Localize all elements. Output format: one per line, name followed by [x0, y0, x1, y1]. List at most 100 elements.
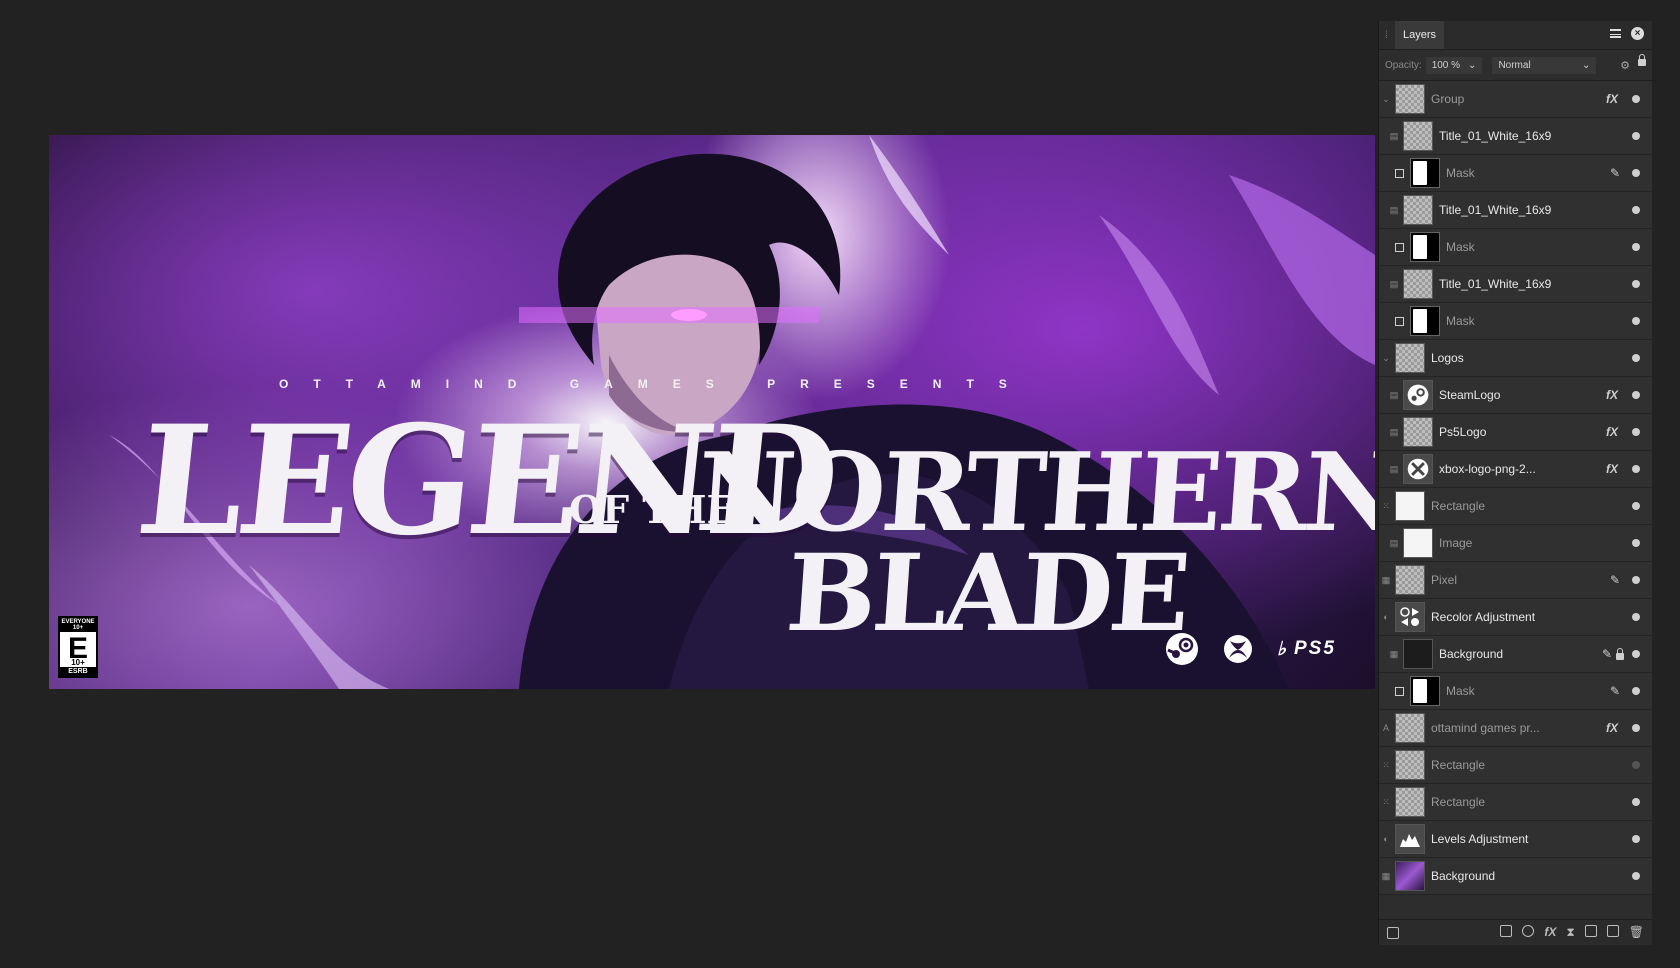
visibility-toggle[interactable] — [1632, 132, 1640, 140]
layer-row-xboxlogo[interactable]: ▤ xbox-logo-png-2... fX — [1379, 451, 1652, 488]
visibility-toggle[interactable] — [1632, 872, 1640, 880]
brush-icon[interactable]: ✎ — [1602, 647, 1612, 661]
brush-icon[interactable]: ✎ — [1610, 573, 1620, 587]
layer-row-group[interactable]: ⌄ Group fX — [1379, 81, 1652, 118]
fx-icon[interactable]: fX — [1606, 721, 1618, 735]
chevron-down-icon: ⌄ — [1468, 59, 1477, 71]
platform-logos: ♭ PS5 — [1165, 632, 1336, 666]
opacity-field[interactable]: 100 % ⌄ — [1425, 56, 1483, 74]
visibility-toggle[interactable] — [1632, 243, 1640, 251]
layer-name: Levels Adjustment — [1431, 832, 1529, 846]
layer-row-pixel[interactable]: ▦ Pixel ✎ — [1379, 562, 1652, 599]
blend-mode-select[interactable]: Normal ⌄ — [1492, 56, 1597, 74]
layer-row-levels-adjustment[interactable]: ◐ Levels Adjustment — [1379, 821, 1652, 858]
layer-row-rectangle[interactable]: ⁙ Rectangle — [1379, 488, 1652, 525]
layer-row-image[interactable]: ▤ Image — [1379, 525, 1652, 562]
layers-list: ⌄ Group fX ▤ Title_01_White_16x9 Mask ✎ … — [1379, 81, 1652, 895]
chevron-down-icon[interactable]: ⌄ — [1379, 353, 1393, 364]
visibility-toggle[interactable] — [1632, 317, 1640, 325]
layer-name: Logos — [1431, 351, 1464, 365]
visibility-toggle[interactable] — [1632, 502, 1640, 510]
visibility-toggle[interactable] — [1632, 280, 1640, 288]
visibility-toggle[interactable] — [1632, 576, 1640, 584]
layer-type-icon: ▤ — [1389, 278, 1399, 289]
fx-icon[interactable]: fX — [1606, 92, 1618, 106]
recolor-thumbnail — [1395, 602, 1425, 632]
layer-thumbnail — [1395, 84, 1425, 114]
layer-row-mask[interactable]: Mask — [1379, 303, 1652, 340]
layer-row-ps5logo[interactable]: ▤ Ps5Logo fX — [1379, 414, 1652, 451]
chevron-down-icon[interactable]: ⌄ — [1379, 94, 1393, 105]
brush-icon[interactable]: ✎ — [1610, 684, 1620, 698]
layer-row-mask[interactable]: Mask ✎ — [1379, 673, 1652, 710]
layer-thumbnail — [1395, 713, 1425, 743]
layer-row-title[interactable]: ▤ Title_01_White_16x9 — [1379, 118, 1652, 155]
add-adjustment-icon[interactable] — [1522, 925, 1535, 937]
add-mask-icon[interactable] — [1500, 925, 1513, 937]
visibility-toggle[interactable] — [1632, 613, 1640, 621]
lock-icon[interactable] — [1638, 53, 1646, 66]
add-layer-icon[interactable] — [1606, 925, 1619, 937]
hourglass-icon[interactable]: ⧗ — [1566, 925, 1574, 940]
presents-tagline: OTTAMIND GAMES PRESENTS — [279, 377, 1032, 391]
visibility-toggle[interactable] — [1632, 391, 1640, 399]
lock-icon[interactable] — [1616, 647, 1624, 660]
layer-name: Group — [1431, 92, 1465, 106]
layer-type-icon: ▤ — [1389, 204, 1399, 215]
visibility-toggle[interactable] — [1632, 169, 1640, 177]
esrb-bottom-label: ESRB — [60, 667, 96, 676]
layer-row-background[interactable]: ▦ Background ✎ — [1379, 636, 1652, 673]
mask-link-icon[interactable] — [1395, 686, 1404, 696]
layer-row-title[interactable]: ▤ Title_01_White_16x9 — [1379, 192, 1652, 229]
visibility-toggle[interactable] — [1632, 687, 1640, 695]
layer-row-background[interactable]: ▦ Background — [1379, 858, 1652, 895]
layer-row-mask[interactable]: Mask ✎ — [1379, 155, 1652, 192]
visibility-toggle[interactable] — [1632, 835, 1640, 843]
layer-row-rectangle[interactable]: ⁙ Rectangle — [1379, 747, 1652, 784]
fx-icon[interactable]: fX — [1606, 425, 1618, 439]
opacity-value: 100 % — [1431, 59, 1461, 71]
layer-row-recolor-adjustment[interactable]: ◐ Recolor Adjustment — [1379, 599, 1652, 636]
opacity-label: Opacity: — [1385, 59, 1422, 71]
layer-row-rectangle[interactable]: ⁙ Rectangle — [1379, 784, 1652, 821]
visibility-toggle[interactable] — [1632, 95, 1640, 103]
layer-options-bar: Opacity: 100 % ⌄ Normal ⌄ ⚙ — [1379, 50, 1652, 81]
mask-thumbnail — [1410, 232, 1440, 262]
brush-icon[interactable]: ✎ — [1610, 166, 1620, 180]
steam-icon — [1407, 384, 1429, 406]
layer-name: Image — [1439, 536, 1473, 550]
trash-icon[interactable]: 🗑 — [1629, 925, 1644, 940]
layer-stack-icon[interactable] — [1387, 926, 1399, 939]
pixel-layer-icon: ▦ — [1389, 648, 1399, 659]
document-canvas[interactable]: OTTAMIND GAMES PRESENTS LEGEND OF THE NO… — [49, 135, 1375, 689]
mask-link-icon[interactable] — [1395, 316, 1404, 326]
panel-menu-icon[interactable] — [1610, 29, 1621, 38]
mask-link-icon[interactable] — [1395, 168, 1404, 178]
visibility-toggle[interactable] — [1632, 428, 1640, 436]
visibility-toggle[interactable] — [1632, 650, 1640, 658]
fx-icon[interactable]: fX — [1606, 388, 1618, 402]
visibility-toggle[interactable] — [1632, 798, 1640, 806]
tab-layers[interactable]: Layers — [1395, 21, 1445, 49]
mask-link-icon[interactable] — [1395, 242, 1404, 252]
fx-icon[interactable]: fX — [1544, 925, 1556, 940]
esrb-top-label: EVERYONE 10+ — [60, 618, 96, 632]
layer-row-mask[interactable]: Mask — [1379, 229, 1652, 266]
close-icon[interactable]: × — [1631, 27, 1644, 40]
layer-row-logos-group[interactable]: ⌄ Logos — [1379, 340, 1652, 377]
fx-icon[interactable]: fX — [1606, 462, 1618, 476]
visibility-toggle[interactable] — [1632, 761, 1640, 769]
gear-icon[interactable]: ⚙ — [1620, 59, 1630, 72]
layer-row-steamlogo[interactable]: ▤ SteamLogo fX — [1379, 377, 1652, 414]
layer-row-title[interactable]: ▤ Title_01_White_16x9 — [1379, 266, 1652, 303]
layer-thumbnail — [1403, 528, 1433, 558]
mask-thumbnail — [1410, 158, 1440, 188]
visibility-toggle[interactable] — [1632, 539, 1640, 547]
visibility-toggle[interactable] — [1632, 354, 1640, 362]
visibility-toggle[interactable] — [1632, 465, 1640, 473]
panel-grip-handle[interactable]: ⁞ — [1385, 30, 1395, 41]
add-group-icon[interactable] — [1584, 925, 1597, 937]
layer-row-text[interactable]: A ottamind games pr... fX — [1379, 710, 1652, 747]
visibility-toggle[interactable] — [1632, 206, 1640, 214]
visibility-toggle[interactable] — [1632, 724, 1640, 732]
